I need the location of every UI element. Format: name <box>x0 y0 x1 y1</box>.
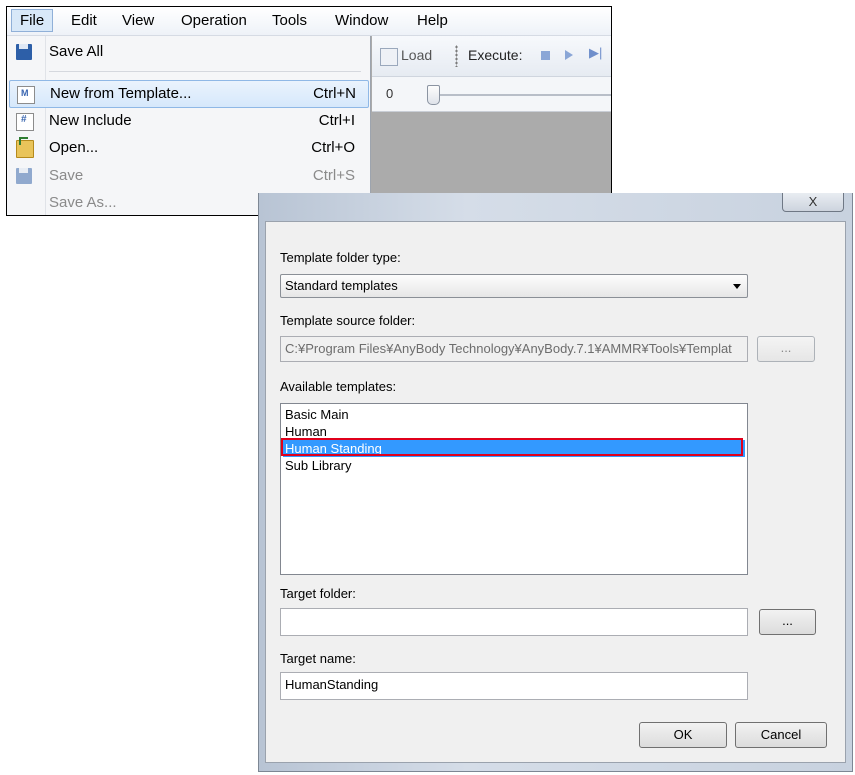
slider-track[interactable] <box>436 94 611 96</box>
list-item[interactable]: Basic Main <box>283 406 745 423</box>
menu-view[interactable]: View <box>114 10 162 31</box>
menu-item-save-all[interactable]: Save All <box>9 39 367 65</box>
open-folder-icon <box>16 137 34 158</box>
close-icon: X <box>808 194 818 209</box>
chevron-down-icon[interactable] <box>733 284 741 289</box>
ok-label: OK <box>673 727 693 742</box>
load-button[interactable]: Load <box>401 47 432 63</box>
browse-source-button[interactable]: ... <box>757 336 815 362</box>
menu-edit[interactable]: Edit <box>63 10 105 31</box>
menu-item-new-include[interactable]: New Include Ctrl+I <box>9 108 367 134</box>
new-template-icon <box>17 86 35 104</box>
menu-item-new-from-template[interactable]: New from Template... Ctrl+N <box>9 80 369 108</box>
slider-value: 0 <box>386 86 394 101</box>
target-folder-field[interactable] <box>280 608 748 636</box>
play-icon[interactable] <box>565 50 573 60</box>
template-source-folder-field[interactable] <box>280 336 748 362</box>
target-folder-label: Target folder: <box>280 586 356 601</box>
menu-tools[interactable]: Tools <box>264 10 315 31</box>
menu-item-label: New from Template... <box>50 85 192 102</box>
toolbar-separator <box>455 45 458 67</box>
file-menu-dropdown: Save All New from Template... Ctrl+N New… <box>7 36 371 215</box>
app-window: File Edit View Operation Tools Window He… <box>6 6 612 216</box>
cancel-label: Cancel <box>760 727 802 742</box>
template-folder-type-value: Standard templates <box>285 278 398 293</box>
save-all-icon <box>16 44 32 60</box>
menu-window[interactable]: Window <box>327 10 396 31</box>
menu-operation[interactable]: Operation <box>173 10 255 31</box>
list-item-selected[interactable]: Human Standing <box>283 440 745 457</box>
list-item[interactable]: Human <box>283 423 745 440</box>
slider-thumb[interactable] <box>427 85 440 105</box>
new-include-icon <box>16 113 34 131</box>
menu-item-open[interactable]: Open... Ctrl+O <box>9 135 367 161</box>
execute-label: Execute: <box>468 47 523 63</box>
menu-bar: File Edit View Operation Tools Window He… <box>7 7 611 36</box>
ok-button[interactable]: OK <box>639 722 727 748</box>
new-from-template-dialog: X Template folder type: Standard templat… <box>258 193 853 772</box>
menu-item-label: Save <box>49 167 84 184</box>
menu-item-label: New Include <box>49 112 132 129</box>
stop-icon[interactable] <box>541 51 550 60</box>
menu-separator <box>49 71 361 72</box>
template-source-folder-input[interactable] <box>285 341 743 356</box>
save-icon <box>16 168 32 184</box>
target-name-field[interactable] <box>280 672 748 700</box>
browse-target-label: ... <box>782 613 793 628</box>
target-folder-input[interactable] <box>285 613 743 628</box>
template-folder-type-select[interactable]: Standard templates <box>280 274 748 298</box>
menu-file[interactable]: File <box>11 9 54 32</box>
time-slider-bar: 0 <box>372 77 611 112</box>
template-folder-type-label: Template folder type: <box>280 250 401 265</box>
browse-source-label: ... <box>780 340 792 355</box>
list-item[interactable]: Sub Library <box>283 457 745 474</box>
menu-item-save[interactable]: Save Ctrl+S <box>9 163 367 189</box>
menu-item-shortcut: Ctrl+O <box>311 139 355 156</box>
target-name-input[interactable] <box>285 677 743 692</box>
menu-item-label: Save All <box>49 43 104 60</box>
target-name-label: Target name: <box>280 651 356 666</box>
toolbar: Load Execute: ▶| <box>372 36 611 77</box>
menu-item-shortcut: Ctrl+N <box>313 85 356 102</box>
browse-target-button[interactable]: ... <box>759 609 816 635</box>
menu-item-label: Save As... <box>49 194 117 211</box>
menu-item-shortcut: Ctrl+S <box>312 167 355 184</box>
load-icon[interactable] <box>380 48 398 66</box>
available-templates-list[interactable]: Basic Main Human Human Standing Sub Libr… <box>280 403 748 575</box>
available-templates-label: Available templates: <box>280 379 397 394</box>
menu-item-label: Open... <box>49 139 99 156</box>
menu-help[interactable]: Help <box>409 10 456 31</box>
template-source-folder-label: Template source folder: <box>280 313 416 328</box>
cancel-button[interactable]: Cancel <box>735 722 827 748</box>
menu-item-shortcut: Ctrl+I <box>318 112 355 129</box>
close-button[interactable]: X <box>782 193 844 212</box>
step-icon[interactable]: ▶| <box>589 45 602 61</box>
dialog-client-area: Template folder type: Standard templates… <box>265 221 846 763</box>
